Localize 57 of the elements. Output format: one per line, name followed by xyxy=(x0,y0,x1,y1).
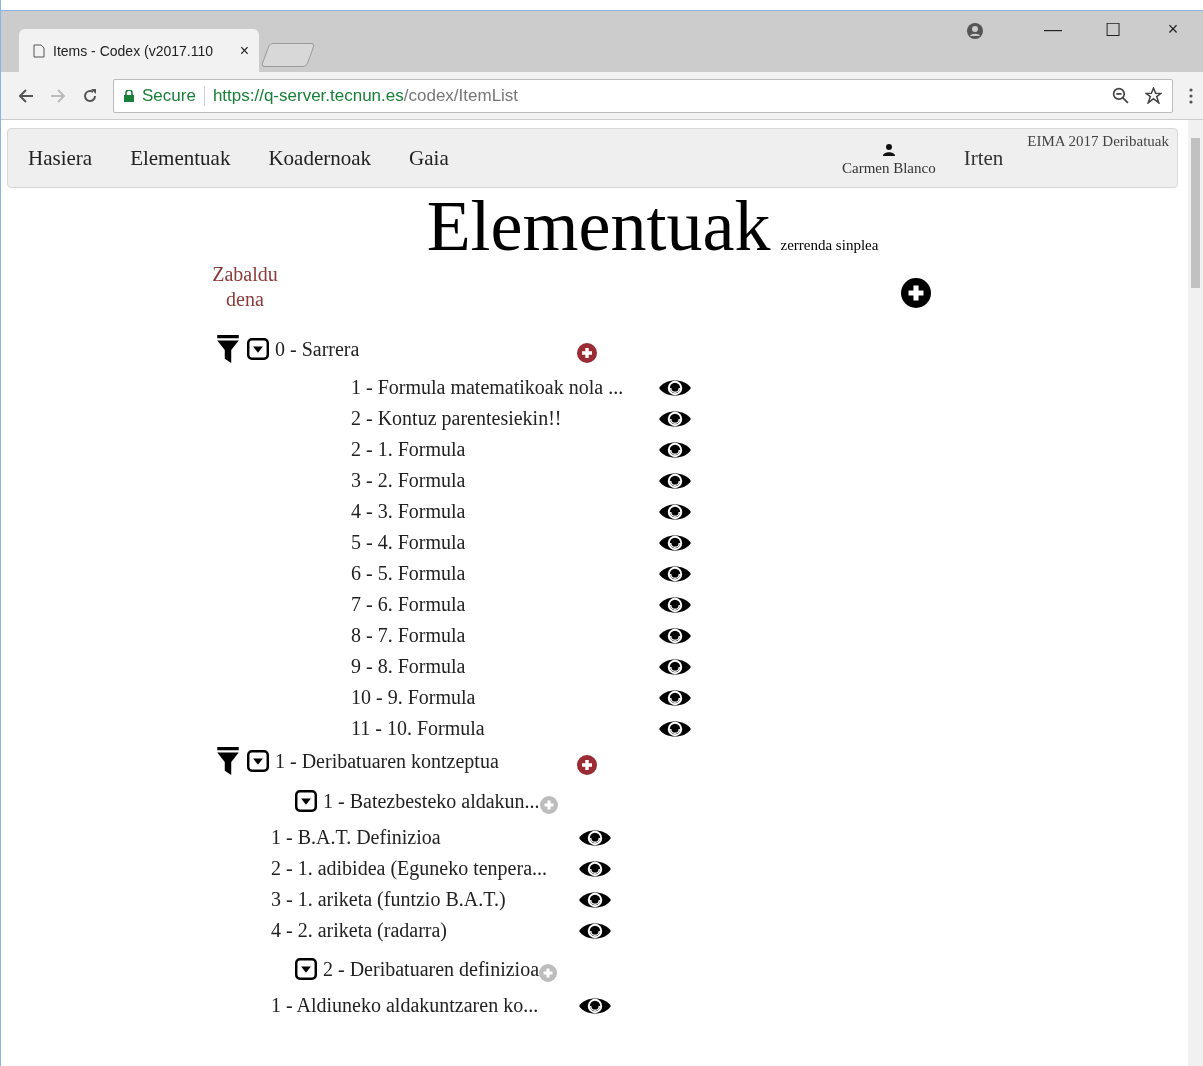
section-title[interactable]: 2 - Deribatuaren definizioa xyxy=(323,957,539,981)
secure-label: Secure xyxy=(142,85,196,106)
page-title: Elementuak xyxy=(426,188,771,264)
zoom-icon[interactable] xyxy=(1112,87,1129,104)
item-link[interactable]: 3 - 1. ariketa (funtzio B.A.T.) xyxy=(271,888,577,911)
maximize-button[interactable]: ☐ xyxy=(1099,19,1127,41)
collapse-toggle-icon[interactable] xyxy=(247,338,269,360)
item-link[interactable]: 2 - 1. Formula xyxy=(351,438,657,461)
filter-icon[interactable] xyxy=(217,747,239,775)
item-link[interactable]: 3 - 2. Formula xyxy=(351,469,657,492)
page-icon xyxy=(33,44,45,58)
section-title[interactable]: 1 - Batezbesteko aldakun... xyxy=(323,789,540,813)
logout-link[interactable]: Irten xyxy=(963,145,1004,171)
filter-icon[interactable] xyxy=(217,335,239,363)
browser-tab[interactable]: Items - Codex (v2017.110 × xyxy=(19,29,259,73)
item-link[interactable]: 1 - Aldiuneko aldakuntzaren ko... xyxy=(271,994,577,1017)
user-icon[interactable] xyxy=(967,23,983,39)
item-link[interactable]: 4 - 3. Formula xyxy=(351,500,657,523)
expand-all-link[interactable]: Zabaldu dena xyxy=(207,262,283,312)
collapse-toggle-icon[interactable] xyxy=(295,958,317,980)
lock-icon xyxy=(124,89,134,102)
scrollbar[interactable] xyxy=(1188,120,1203,1066)
star-icon[interactable] xyxy=(1145,87,1162,104)
item-link[interactable]: 1 - B.A.T. Definizioa xyxy=(271,826,577,849)
nav-link[interactable]: Gaia xyxy=(409,145,449,171)
item-link[interactable]: 6 - 5. Formula xyxy=(351,562,657,585)
nav-link[interactable]: Elementuak xyxy=(130,145,231,171)
tab-title: Items - Codex (v2017.110 xyxy=(53,43,215,59)
item-link[interactable]: 10 - 9. Formula xyxy=(351,686,657,709)
address-bar[interactable]: Secure https://q-server.tecnun.es/codex/ItemList xyxy=(113,78,1173,113)
item-link[interactable]: 5 - 4. Formula xyxy=(351,531,657,554)
section-title[interactable]: 1 - Deribatuaren kontzeptua xyxy=(275,749,577,773)
close-icon[interactable]: × xyxy=(239,42,249,60)
collapse-toggle-icon[interactable] xyxy=(295,790,317,812)
close-button[interactable]: × xyxy=(1159,19,1187,40)
user-name[interactable]: Carmen Blanco xyxy=(841,159,936,177)
item-link[interactable]: 11 - 10. Formula xyxy=(351,717,657,740)
nav-link[interactable]: Hasiera xyxy=(28,145,93,171)
collapse-toggle-icon[interactable] xyxy=(247,750,269,772)
item-link[interactable]: 2 - Kontuz parentesiekin!! xyxy=(351,407,657,430)
user-icon xyxy=(882,143,895,156)
nav-link[interactable]: Koadernoak xyxy=(268,145,372,171)
add-icon[interactable] xyxy=(577,755,597,775)
page-subtitle: zerrenda sinplea xyxy=(780,237,879,254)
item-link[interactable]: 7 - 6. Formula xyxy=(351,593,657,616)
minimize-button[interactable]: — xyxy=(1039,19,1067,40)
menu-icon[interactable] xyxy=(1189,87,1193,104)
course-name: EIMA 2017 Deribatuak xyxy=(1027,133,1169,150)
add-icon[interactable] xyxy=(901,278,931,308)
section-title[interactable]: 0 - Sarrera xyxy=(275,337,577,361)
url-text: https://q-server.tecnun.es/codex/ItemList xyxy=(212,85,519,106)
item-link[interactable]: 9 - 8. Formula xyxy=(351,655,657,678)
item-link[interactable]: 8 - 7. Formula xyxy=(351,624,657,647)
add-icon[interactable] xyxy=(577,343,597,363)
item-link[interactable]: 2 - 1. adibidea (Eguneko tenpera... xyxy=(271,857,577,880)
item-link[interactable]: 1 - Formula matematikoak nola ... xyxy=(351,376,657,399)
item-link[interactable]: 4 - 2. ariketa (radarra) xyxy=(271,919,577,942)
